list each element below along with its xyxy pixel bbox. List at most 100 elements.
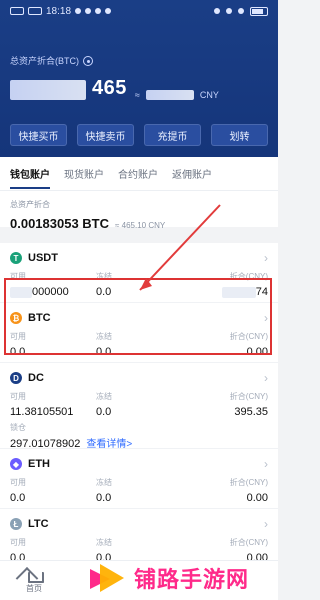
masked-cny: [145, 90, 194, 100]
summary-value: 0.00183053 BTC ≈ 465.10 CNY: [10, 216, 268, 231]
masked-available: [10, 286, 32, 298]
message-icon: [75, 8, 82, 14]
summary-btc: 0.00183053 BTC: [10, 216, 110, 231]
coin-name: LTC: [28, 518, 49, 530]
signal-icon: [28, 7, 42, 15]
header: 18:18 总资产折合(BTC) 465 ≈ CNY 快捷买币 快捷卖币 充提币…: [0, 0, 278, 157]
converted-label: 折合(CNY): [229, 332, 268, 341]
converted-col: 折合(CNY) 0.00: [182, 331, 268, 358]
tab-wallet[interactable]: 钱包账户: [10, 166, 50, 189]
tab-contract[interactable]: 合约账户: [118, 166, 158, 181]
home-tab[interactable]: 首页: [14, 567, 54, 597]
litecoin-icon: Ł: [10, 518, 22, 530]
coin-list: T USDT › 可用 000000 冻结 0.0 折合(CNY) 74 ₿ B…: [0, 243, 278, 600]
transfer-button[interactable]: 划转: [211, 124, 268, 146]
summary-label: 总资产折合: [10, 200, 50, 209]
watermark-text: 铺路手游网: [134, 566, 250, 592]
status-left: 18:18: [10, 5, 112, 17]
coin-row-eth[interactable]: ◆ ETH › 可用 0.0 冻结 0.0 折合(CNY) 0.00: [0, 449, 278, 509]
available-label: 可用: [10, 478, 26, 487]
dc-icon: D: [10, 372, 22, 384]
tab-spot[interactable]: 现货账户: [64, 166, 104, 181]
coin-columns: 可用 0.0 冻结 0.0 折合(CNY) 0.00: [10, 331, 268, 358]
alarm-icon: [226, 8, 232, 14]
quick-actions: 快捷买币 快捷卖币 充提币 划转: [10, 124, 268, 146]
chevron-right-icon: ›: [264, 371, 268, 385]
coin-header: ₿ BTC ›: [10, 311, 268, 325]
camera-icon: [85, 8, 92, 14]
frozen-label: 冻结: [96, 392, 112, 401]
amount-visible-part: 465: [92, 77, 127, 99]
frozen-value: 0.0: [96, 286, 112, 298]
available-value: 11.38105501: [10, 406, 74, 418]
coin-columns: 可用 0.0 冻结 0.0 折合(CNY) 0.00: [10, 477, 268, 504]
tether-icon: T: [10, 252, 22, 264]
frozen-value: 0.0: [96, 406, 112, 418]
status-right: [214, 6, 268, 16]
coin-name: ETH: [28, 458, 50, 470]
deposit-withdraw-button[interactable]: 充提币: [144, 124, 201, 146]
coin-name: DC: [28, 372, 44, 384]
chevron-right-icon: ›: [264, 457, 268, 471]
chevron-right-icon: ›: [264, 517, 268, 531]
converted-label: 折合(CNY): [229, 272, 268, 281]
summary-cny: ≈ 465.10 CNY: [115, 221, 166, 230]
masked-amount: [10, 80, 86, 100]
converted-label: 折合(CNY): [229, 392, 268, 401]
lock-label: 锁仓: [10, 423, 26, 432]
ethereum-icon: ◆: [10, 458, 22, 470]
coin-row-dc[interactable]: D DC › 可用 11.38105501 冻结 0.0 折合(CNY) 395…: [0, 363, 278, 450]
available-value: 0.0: [10, 346, 26, 358]
coin-header: Ł LTC ›: [10, 517, 268, 531]
page: 18:18 总资产折合(BTC) 465 ≈ CNY 快捷买币 快捷卖币 充提币…: [0, 0, 278, 600]
frozen-label: 冻结: [96, 332, 112, 341]
converted-label: 折合(CNY): [229, 538, 268, 547]
available-value: 0.0: [10, 492, 26, 504]
available-label: 可用: [10, 332, 26, 341]
converted-label: 折合(CNY): [229, 478, 268, 487]
converted-value-text: 74: [255, 286, 268, 298]
quick-buy-button[interactable]: 快捷买币: [10, 124, 67, 146]
converted-col: 折合(CNY) 0.00: [182, 477, 268, 504]
signal-icon: [10, 7, 24, 15]
frozen-col: 冻结 0.0: [96, 271, 182, 298]
coin-columns: 可用 000000 冻结 0.0 折合(CNY) 74: [10, 271, 268, 298]
converted-value: 74: [182, 286, 268, 298]
total-assets-amount: 465 ≈ CNY: [10, 74, 219, 100]
watermark-logo-icon: [88, 561, 126, 595]
frozen-col: 冻结 0.0: [96, 391, 182, 418]
chevron-right-icon: ›: [264, 251, 268, 265]
frozen-label: 冻结: [96, 272, 112, 281]
available-label: 可用: [10, 538, 26, 547]
status-bar: 18:18: [0, 0, 278, 22]
wifi-icon: [238, 8, 244, 14]
time: 18:18: [46, 5, 72, 17]
converted-col: 折合(CNY) 395.35: [182, 391, 268, 418]
converted-value: 0.00: [246, 492, 268, 504]
available-value: 000000: [10, 286, 96, 298]
currency-label: CNY: [199, 90, 219, 100]
approx-symbol: ≈: [134, 90, 140, 100]
coin-row-btc[interactable]: ₿ BTC › 可用 0.0 冻结 0.0 折合(CNY) 0.00: [0, 303, 278, 363]
coin-header: ◆ ETH ›: [10, 457, 268, 471]
eye-icon[interactable]: [83, 55, 93, 66]
available-col: 可用 0.0: [10, 331, 96, 358]
tab-rebate[interactable]: 返佣账户: [172, 166, 212, 181]
available-col: 可用 000000: [10, 271, 96, 298]
dot-icon: [105, 8, 112, 14]
details-link[interactable]: 查看详情>: [86, 435, 132, 450]
coin-columns: 可用 11.38105501 冻结 0.0 折合(CNY) 395.35: [10, 391, 268, 418]
notification-icon: [214, 8, 220, 14]
coin-header: D DC ›: [10, 371, 268, 385]
frozen-label: 冻结: [96, 538, 112, 547]
coin-name: USDT: [28, 252, 58, 264]
total-assets-label-text: 总资产折合(BTC): [10, 56, 79, 66]
frozen-col: 冻结 0.0: [96, 477, 182, 504]
chat-icon: [95, 8, 102, 14]
quick-sell-button[interactable]: 快捷卖币: [77, 124, 134, 146]
available-col: 可用 11.38105501: [10, 391, 96, 418]
converted-value: 395.35: [234, 406, 268, 418]
frozen-value: 0.0: [96, 346, 112, 358]
coin-row-usdt[interactable]: T USDT › 可用 000000 冻结 0.0 折合(CNY) 74: [0, 243, 278, 303]
frozen-col: 冻结 0.0: [96, 331, 182, 358]
